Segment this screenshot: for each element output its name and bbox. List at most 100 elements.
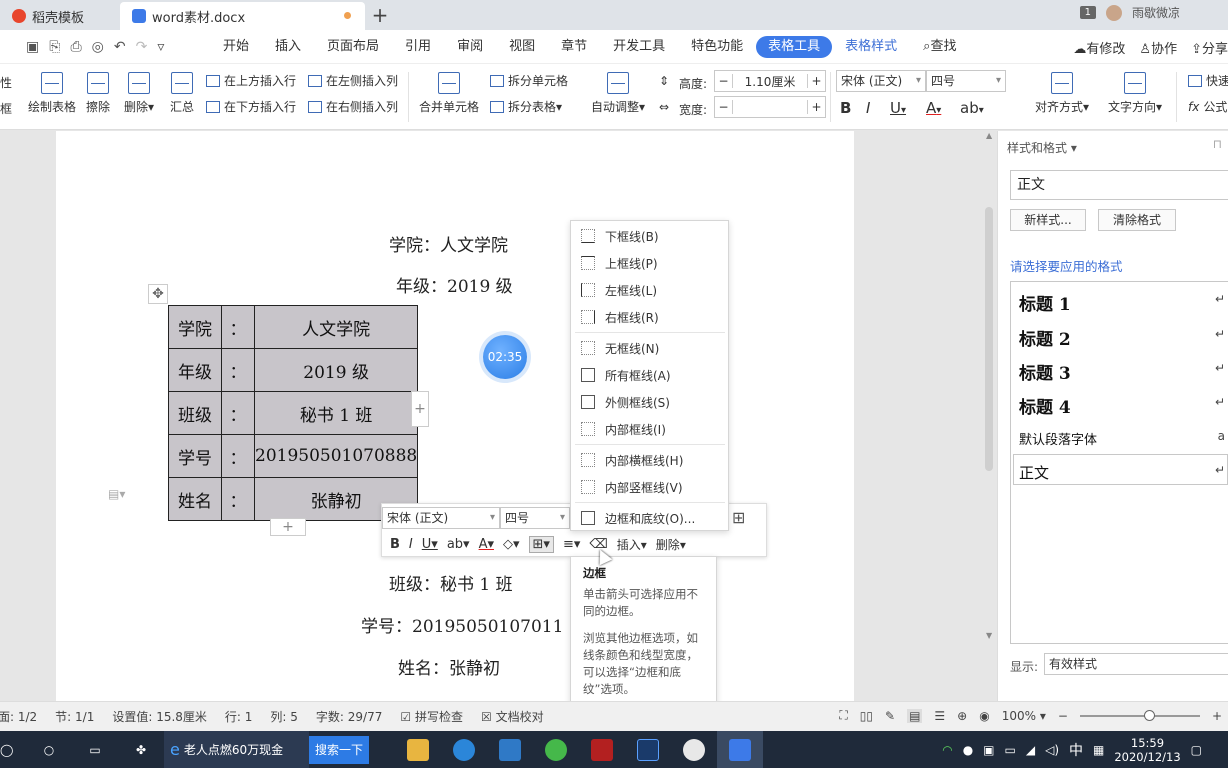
zoom-level[interactable]: 100% ▾ bbox=[1002, 709, 1046, 723]
height-stepper[interactable]: − 1.10厘米 + bbox=[714, 70, 826, 92]
table-cell[interactable]: 姓名 bbox=[168, 477, 222, 521]
decrease-height-button[interactable]: − bbox=[715, 74, 733, 88]
fullscreen-icon[interactable]: ⛶ bbox=[839, 708, 847, 723]
zoom-slider[interactable] bbox=[1079, 709, 1200, 721]
web-view-icon[interactable]: ⊕ bbox=[957, 709, 967, 723]
border-none-item[interactable]: 无框线(N) bbox=[571, 335, 728, 361]
table-cell[interactable]: ： bbox=[221, 305, 255, 349]
redo-icon[interactable]: ↷ bbox=[136, 39, 148, 55]
split-table-button[interactable]: 拆分表格▾ bbox=[490, 98, 562, 115]
menu-insert[interactable]: 插入 bbox=[262, 36, 314, 58]
tab-docer[interactable]: 稻壳模板 bbox=[0, 2, 120, 30]
align-button[interactable]: 对齐方式▾ bbox=[1035, 72, 1089, 115]
zoom-in-button[interactable]: + bbox=[1212, 709, 1222, 723]
task-view-icon[interactable]: ▭ bbox=[72, 731, 118, 768]
menu-view[interactable]: 视图 bbox=[496, 36, 548, 58]
mini-underline-button[interactable]: U▾ bbox=[422, 537, 438, 552]
mini-size-select[interactable]: 四号 bbox=[500, 507, 570, 529]
border-bottom-item[interactable]: 下框线(B) bbox=[571, 223, 728, 249]
has-changes-button[interactable]: ☁有修改 bbox=[1073, 38, 1125, 57]
student-table[interactable]: 学院 ： 人文学院 年级 ： 2019 级 班级 ： 秘书 1 班 学号 ： 2… bbox=[168, 305, 419, 521]
delete-button[interactable]: 删除▾ bbox=[124, 72, 154, 115]
network-icon[interactable]: ◢ bbox=[1026, 743, 1035, 757]
border-top-item[interactable]: 上框线(P) bbox=[571, 250, 728, 276]
notification-icon[interactable]: ▢ bbox=[1191, 743, 1202, 757]
table-move-handle[interactable]: ✥ bbox=[148, 284, 168, 304]
underline-button[interactable]: U▾ bbox=[890, 99, 906, 117]
mini-italic-button[interactable]: I bbox=[409, 537, 413, 552]
draw-table-button[interactable]: 绘制表格 bbox=[28, 72, 76, 115]
zoom-out-button[interactable]: − bbox=[1058, 709, 1068, 723]
split-cells-button[interactable]: 拆分单元格 bbox=[490, 72, 568, 89]
border-outside-item[interactable]: 外侧框线(S) bbox=[571, 389, 728, 415]
summary-button[interactable]: 汇总 bbox=[170, 72, 194, 115]
quick-calc-button[interactable]: 快速 bbox=[1188, 72, 1228, 89]
ime-indicator[interactable]: 中 bbox=[1069, 740, 1083, 760]
menu-home[interactable]: 开始 bbox=[210, 36, 262, 58]
pinwheel-app-icon[interactable]: ✤ bbox=[118, 731, 164, 768]
current-style-field[interactable]: 正文 bbox=[1010, 170, 1228, 200]
timer-badge[interactable]: 02:35 bbox=[483, 335, 527, 379]
proofread-button[interactable]: ☒ 文档校对 bbox=[481, 708, 544, 725]
style-heading-3[interactable]: 标题 3 bbox=[1019, 359, 1071, 384]
decrease-width-button[interactable]: − bbox=[715, 100, 733, 114]
insert-right-button[interactable]: 在右侧插入列 bbox=[308, 98, 398, 115]
table-cell[interactable]: ： bbox=[221, 348, 255, 392]
style-heading-1[interactable]: 标题 1 bbox=[1019, 290, 1071, 315]
new-tab-button[interactable]: + bbox=[365, 2, 395, 30]
style-normal[interactable]: 正文 bbox=[1019, 462, 1049, 483]
collaborate-button[interactable]: ♙协作 bbox=[1139, 38, 1177, 57]
panel-title[interactable]: 样式和格式 ▾ bbox=[1007, 139, 1077, 156]
menu-page-layout[interactable]: 页面布局 bbox=[314, 36, 392, 58]
menu-references[interactable]: 引用 bbox=[392, 36, 444, 58]
width-stepper[interactable]: − + bbox=[714, 96, 826, 118]
menu-developer[interactable]: 开发工具 bbox=[600, 36, 678, 58]
tray-app-icon[interactable]: ▣ bbox=[983, 743, 994, 757]
show-filter-select[interactable]: 有效样式 bbox=[1044, 653, 1228, 675]
formula-button[interactable]: fx 公式 bbox=[1188, 98, 1227, 115]
scroll-up-icon[interactable]: ▲ bbox=[986, 131, 992, 140]
border-inside-horizontal-item[interactable]: 内部横框线(H) bbox=[571, 447, 728, 473]
ime-mode-icon[interactable]: ▦ bbox=[1093, 743, 1104, 757]
battery-icon[interactable]: ▭ bbox=[1005, 743, 1016, 757]
erase-button[interactable]: 擦除 bbox=[86, 72, 110, 115]
window-count-badge[interactable]: 1 bbox=[1079, 6, 1096, 19]
everything-icon[interactable] bbox=[671, 731, 717, 768]
table-cell[interactable]: 班级 bbox=[168, 391, 222, 435]
menu-features[interactable]: 特色功能 bbox=[678, 36, 756, 58]
status-word-count[interactable]: 字数: 29/77 bbox=[316, 708, 382, 725]
page-view-icon[interactable]: ▤ bbox=[907, 708, 923, 723]
share-button[interactable]: ⇪分享 bbox=[1191, 38, 1228, 57]
customize-icon[interactable]: ▿ bbox=[157, 39, 164, 55]
add-column-button[interactable]: + bbox=[411, 391, 429, 427]
edge-icon[interactable] bbox=[441, 731, 487, 768]
print-icon[interactable]: ⎙ bbox=[70, 39, 81, 55]
table-cell[interactable]: 人文学院 bbox=[253, 305, 419, 349]
style-default-font[interactable]: 默认段落字体 bbox=[1019, 429, 1097, 448]
table-cell[interactable]: 2019 级 bbox=[253, 348, 419, 392]
table-cell[interactable]: 学院 bbox=[168, 305, 222, 349]
insert-below-button[interactable]: 在下方插入行 bbox=[206, 98, 296, 115]
photoshop-icon[interactable] bbox=[625, 731, 671, 768]
taskbar-search-button[interactable]: 搜索一下 bbox=[309, 735, 370, 764]
borders-and-shading-item[interactable]: 边框和底纹(O)... bbox=[571, 505, 728, 531]
table-cell[interactable]: ： bbox=[221, 477, 255, 521]
mini-align-button[interactable]: ≡▾ bbox=[563, 537, 580, 552]
mini-font-select[interactable]: 宋体 (正文) bbox=[382, 507, 500, 529]
menu-section[interactable]: 章节 bbox=[548, 36, 600, 58]
browser-360-icon[interactable] bbox=[533, 731, 579, 768]
ie-news-item[interactable]: e 老人点燃60万现金 bbox=[164, 731, 309, 768]
mini-delete-button[interactable]: 删除▾ bbox=[656, 536, 686, 553]
table-cell[interactable]: ： bbox=[221, 434, 255, 478]
paragraph-options-icon[interactable]: ▤▾ bbox=[108, 487, 125, 501]
delete-table-icon[interactable]: ⊞ bbox=[732, 508, 745, 527]
mini-border-button[interactable]: ⊞▾ bbox=[528, 535, 554, 553]
italic-button[interactable]: I bbox=[866, 99, 870, 117]
document-scrollbar[interactable] bbox=[982, 131, 996, 701]
pin-icon[interactable]: ⊓ bbox=[1213, 137, 1222, 151]
mini-bold-button[interactable]: B bbox=[390, 537, 400, 552]
scroll-down-icon[interactable]: ▼ bbox=[986, 631, 992, 640]
outline-view-icon[interactable]: ☰ bbox=[934, 709, 945, 723]
border-right-item[interactable]: 右框线(R) bbox=[571, 304, 728, 330]
search-menu[interactable]: ⌕查找 bbox=[910, 36, 969, 58]
